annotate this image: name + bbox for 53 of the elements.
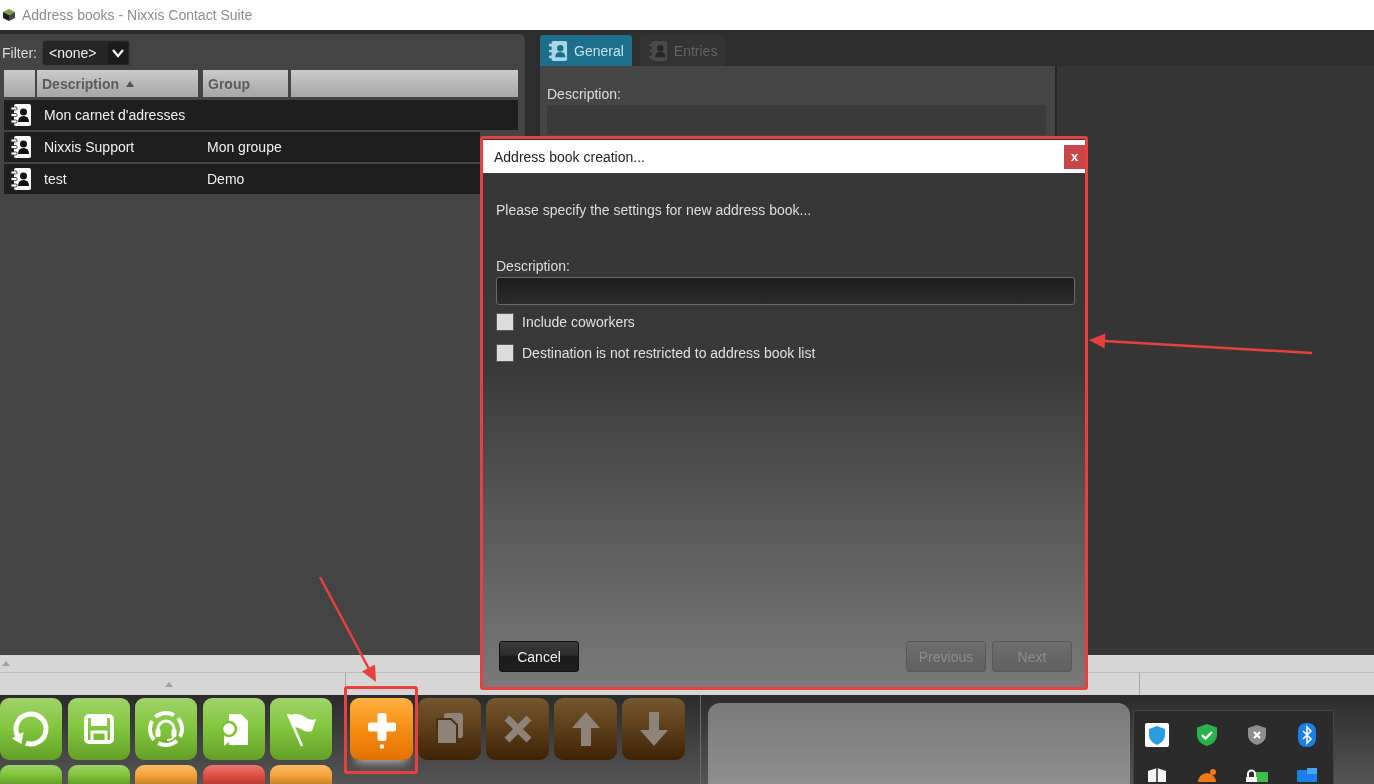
checkbox-label: Destination is not restricted to address book list [522, 345, 816, 361]
column-header [4, 70, 35, 97]
toolbar-button[interactable] [0, 698, 62, 760]
shield-cross-icon[interactable] [1245, 723, 1269, 747]
checkbox[interactable] [496, 313, 514, 331]
description-field[interactable] [496, 277, 1075, 305]
toolbar-button[interactable] [67, 765, 130, 784]
cube-icon [2, 8, 16, 22]
headset-icon [146, 709, 186, 749]
column-header[interactable]: Description [37, 70, 198, 97]
dialog-button[interactable]: Cancel [499, 641, 579, 672]
column-header[interactable]: Group [203, 70, 288, 97]
table-cell-text: Mon carnet d'adresses [43, 107, 187, 123]
bluetooth-icon[interactable] [1295, 723, 1319, 747]
close-button[interactable]: x [1064, 144, 1085, 169]
window-title: Address books - Nixxis Contact Suite [22, 7, 253, 23]
contact-book-icon [647, 39, 668, 62]
chevron-down-icon [108, 42, 128, 64]
toolbar-button[interactable] [202, 698, 265, 760]
checkbox[interactable] [496, 344, 514, 362]
table-cell-text: Demo [206, 171, 246, 187]
toolbar-button[interactable] [350, 698, 413, 760]
toolbar-button[interactable] [270, 765, 332, 784]
shield-check-icon[interactable] [1195, 723, 1219, 747]
contact-book-icon [548, 39, 568, 62]
table-cell-text: Mon groupe [206, 139, 283, 155]
toolbar-button[interactable] [135, 765, 197, 784]
contact-book-icon [10, 167, 32, 191]
contact-book-icon [10, 103, 32, 127]
ball-icon[interactable] [1195, 768, 1219, 782]
toolbar-button[interactable] [135, 698, 197, 760]
table-cell-text: Nixxis Support [43, 139, 136, 155]
table-row[interactable]: Mon carnet d'adresses [4, 100, 518, 130]
dialog-title: Address book creation... [494, 148, 646, 165]
description-field[interactable] [547, 105, 1046, 135]
table-row[interactable]: Nixxis Support Mon groupe [4, 132, 480, 162]
tab[interactable]: General [540, 35, 632, 66]
table-cell-text: test [43, 171, 68, 187]
checkbox-label: Include coworkers [522, 314, 635, 330]
filter-dropdown[interactable]: <none> [42, 40, 130, 66]
table-row[interactable]: test Demo [4, 164, 480, 194]
shield-icon[interactable] [1145, 768, 1169, 782]
contact-book-icon [10, 135, 32, 159]
field-label: Description: [547, 86, 621, 102]
circular-arrow-icon [11, 709, 51, 749]
filter-label: Filter: [2, 45, 37, 61]
padlock-icon[interactable] [1245, 768, 1269, 782]
toolbar-button[interactable] [0, 765, 62, 784]
field-label: Description: [496, 258, 570, 274]
toolbar-button[interactable] [270, 698, 332, 760]
dialog-message: Please specify the settings for new address book... [496, 202, 812, 218]
tile-icon[interactable] [1295, 768, 1319, 782]
toolbar-button[interactable] [67, 698, 130, 760]
